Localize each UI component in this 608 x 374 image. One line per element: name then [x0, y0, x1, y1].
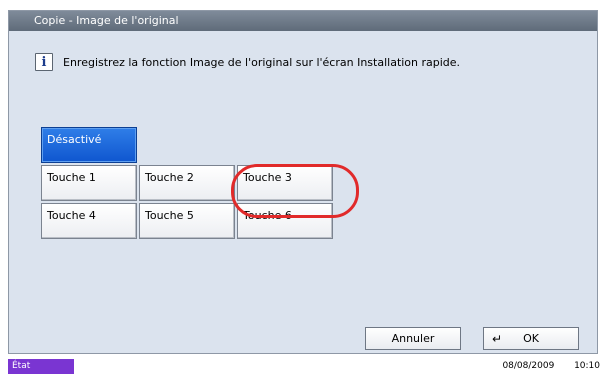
touche-1-label: Touche 1 — [47, 171, 96, 184]
ok-button[interactable]: ↵ OK — [483, 327, 579, 350]
touche-2-button[interactable]: Touche 2 — [139, 165, 235, 201]
status-datetime: 08/08/2009 10:10 — [502, 359, 600, 374]
info-icon: i — [35, 53, 53, 71]
cancel-label: Annuler — [391, 332, 435, 345]
enter-arrow-icon: ↵ — [492, 332, 503, 346]
status-tab[interactable]: État — [8, 359, 74, 374]
info-message: Enregistrez la fonction Image de l'origi… — [63, 55, 461, 69]
desactive-label: Désactivé — [47, 133, 102, 146]
touche-3-button[interactable]: Touche 3 — [237, 165, 333, 201]
touche-4-button[interactable]: Touche 4 — [41, 203, 137, 239]
ok-label: OK — [523, 332, 539, 345]
status-date: 08/08/2009 — [502, 361, 555, 371]
touche-1-button[interactable]: Touche 1 — [41, 165, 137, 201]
touche-5-label: Touche 5 — [145, 209, 194, 222]
status-time: 10:10 — [574, 361, 600, 371]
touche-4-label: Touche 4 — [47, 209, 96, 222]
desactive-button[interactable]: Désactivé — [41, 127, 137, 163]
touche-6-label: Touche 6 — [243, 209, 292, 222]
touche-6-button[interactable]: Touche 6 — [237, 203, 333, 239]
cancel-button[interactable]: Annuler — [365, 327, 461, 350]
touche-5-button[interactable]: Touche 5 — [139, 203, 235, 239]
touche-2-label: Touche 2 — [145, 171, 194, 184]
window-title: Copie - Image de l'original — [9, 11, 597, 31]
touche-3-label: Touche 3 — [243, 171, 292, 184]
status-bar: État 08/08/2009 10:10 — [0, 356, 608, 374]
dialog-window: Copie - Image de l'original i Enregistre… — [8, 10, 598, 354]
info-row: i Enregistrez la fonction Image de l'ori… — [35, 53, 460, 71]
